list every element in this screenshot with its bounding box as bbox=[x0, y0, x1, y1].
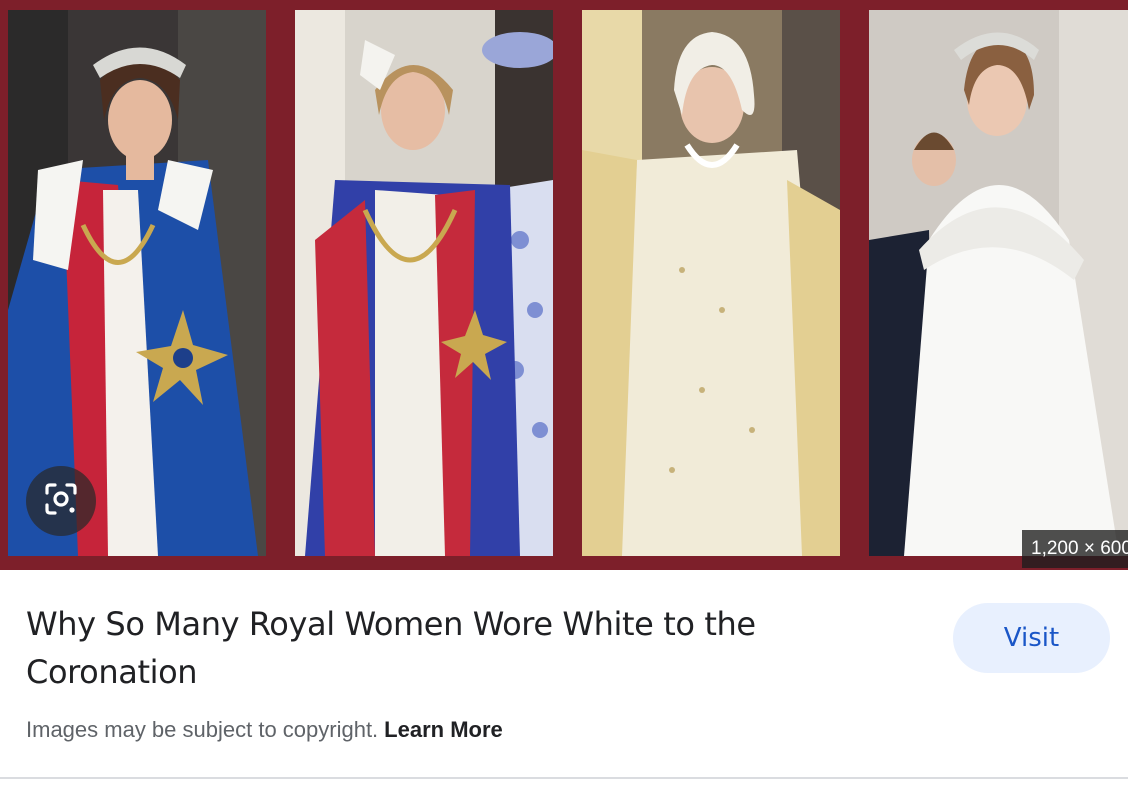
copyright-notice: Images may be subject to copyright. Learn… bbox=[26, 714, 503, 746]
google-lens-button[interactable] bbox=[26, 466, 96, 536]
image-size-badge: 1,200 × 600 bbox=[1022, 530, 1128, 568]
photo-panel-4 bbox=[869, 10, 1128, 556]
visit-button[interactable]: Visit bbox=[953, 603, 1110, 673]
copyright-text: Images may be subject to copyright. bbox=[26, 717, 379, 742]
learn-more-link[interactable]: Learn More bbox=[384, 717, 503, 742]
photo-panel-3 bbox=[582, 10, 840, 556]
divider bbox=[0, 777, 1128, 779]
result-title[interactable]: Why So Many Royal Women Wore White to th… bbox=[26, 600, 826, 696]
google-lens-icon bbox=[44, 482, 78, 521]
result-image[interactable]: 1,200 × 600 bbox=[0, 0, 1128, 570]
photo-panel-2 bbox=[295, 10, 553, 556]
